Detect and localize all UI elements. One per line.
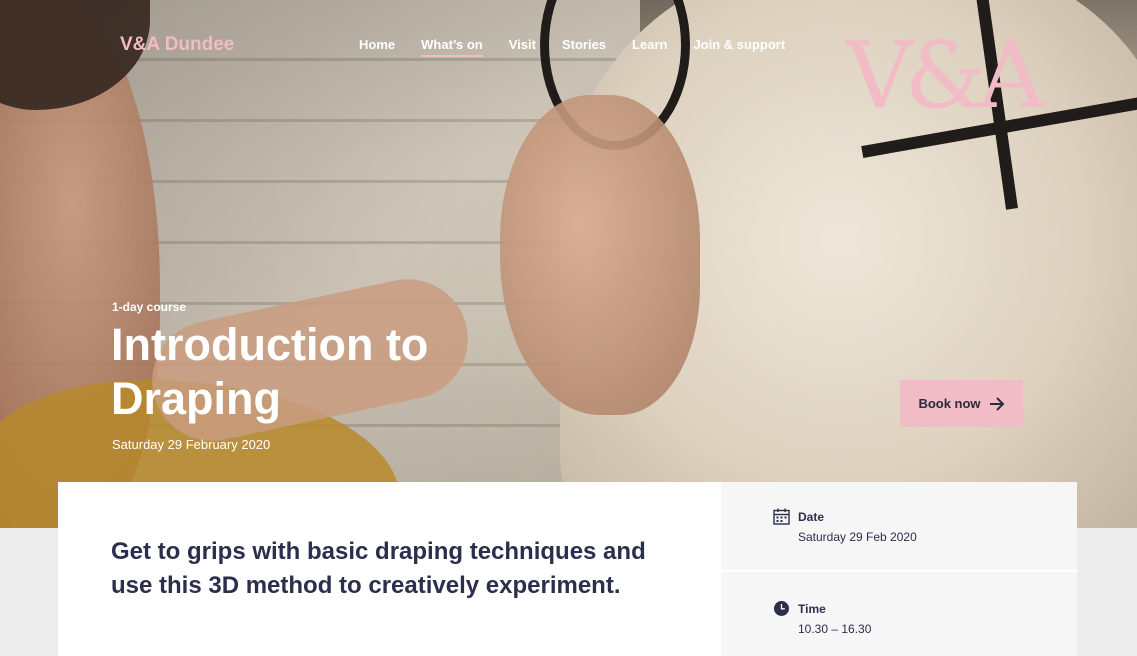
book-now-label: Book now [918, 396, 981, 411]
nav-item-join-support[interactable]: Join & support [693, 37, 785, 52]
detail-date-value: Saturday 29 Feb 2020 [798, 530, 917, 544]
nav-item-stories[interactable]: Stories [562, 37, 606, 52]
event-date: Saturday 29 February 2020 [112, 437, 271, 452]
va-logo[interactable]: V&A [846, 30, 1045, 122]
detail-time: Time 10.30 – 16.30 [721, 574, 1077, 656]
nav-item-home[interactable]: Home [359, 37, 395, 52]
site-name-link[interactable]: V&A Dundee [120, 34, 234, 56]
book-now-button[interactable]: Book now [900, 380, 1023, 427]
nav-item-visit[interactable]: Visit [509, 37, 536, 52]
event-type-label: 1-day course [112, 300, 187, 314]
detail-time-value: 10.30 – 16.30 [798, 622, 872, 636]
detail-date: Date Saturday 29 Feb 2020 [721, 482, 1077, 572]
detail-date-label: Date [798, 510, 825, 524]
event-intro-card: Get to grips with basic draping techniqu… [58, 482, 721, 656]
calendar-icon [773, 508, 790, 525]
detail-time-label: Time [798, 602, 826, 616]
page-title: Introduction to Draping [111, 319, 429, 424]
event-lead-text: Get to grips with basic draping techniqu… [111, 538, 646, 599]
nav-item-learn[interactable]: Learn [632, 37, 667, 52]
event-details-panel: Date Saturday 29 Feb 2020 Time 10.30 – 1… [721, 482, 1077, 656]
nav-item-whats-on[interactable]: What’s on [421, 37, 483, 57]
clock-icon [774, 601, 789, 616]
hero-banner: V&A Dundee Home What’s on Visit Stories … [0, 0, 1137, 528]
arrow-right-icon [989, 396, 1004, 411]
main-nav: Home What’s on Visit Stories Learn Join … [359, 37, 785, 57]
